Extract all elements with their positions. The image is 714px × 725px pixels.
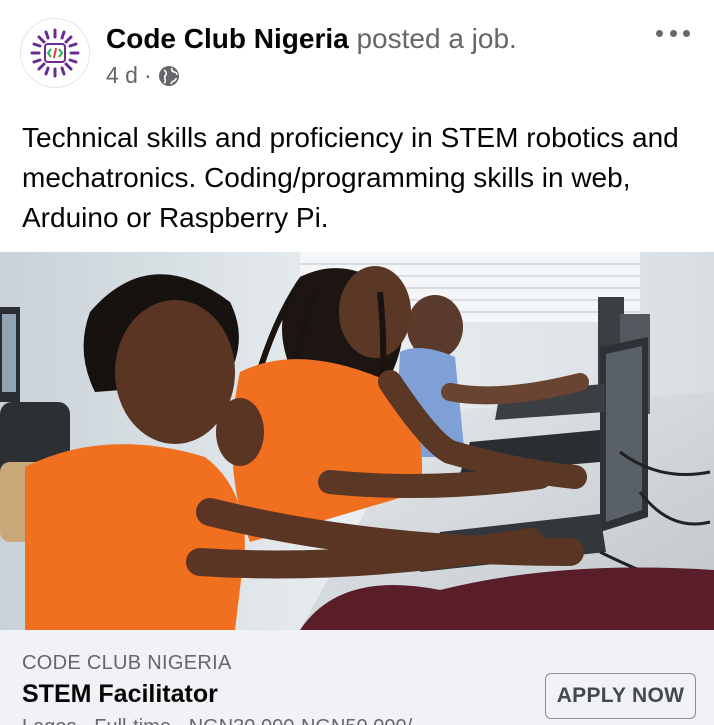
job-company: CODE CLUB NIGERIA — [22, 652, 232, 674]
post-author-line: Code Club Nigeria posted a job. — [106, 22, 517, 56]
page-name[interactable]: Code Club Nigeria — [106, 23, 349, 54]
post-meta: 4 d · — [106, 62, 180, 89]
globe-icon — [158, 65, 179, 86]
meta-separator: · — [143, 62, 152, 88]
post-action-text: posted a job. — [356, 23, 517, 54]
post-photo[interactable] — [0, 252, 714, 630]
apply-now-button[interactable]: APPLY NOW — [545, 673, 696, 719]
job-details: Lagos · Full-time · NGN30,000-NGN50,000/ — [22, 716, 412, 725]
students-at-computers-photo — [0, 252, 714, 630]
page-avatar[interactable] — [20, 18, 90, 88]
job-title: STEM Facilitator — [22, 680, 218, 708]
post-timestamp[interactable]: 4 d — [106, 62, 138, 89]
job-card[interactable]: CODE CLUB NIGERIA STEM Facilitator Lagos… — [0, 630, 714, 725]
post-header: Code Club Nigeria posted a job. 4 d · — [0, 0, 714, 110]
more-options-icon[interactable] — [656, 22, 690, 44]
code-club-logo-icon — [30, 28, 80, 78]
post-text: Technical skills and proficiency in STEM… — [22, 122, 679, 233]
